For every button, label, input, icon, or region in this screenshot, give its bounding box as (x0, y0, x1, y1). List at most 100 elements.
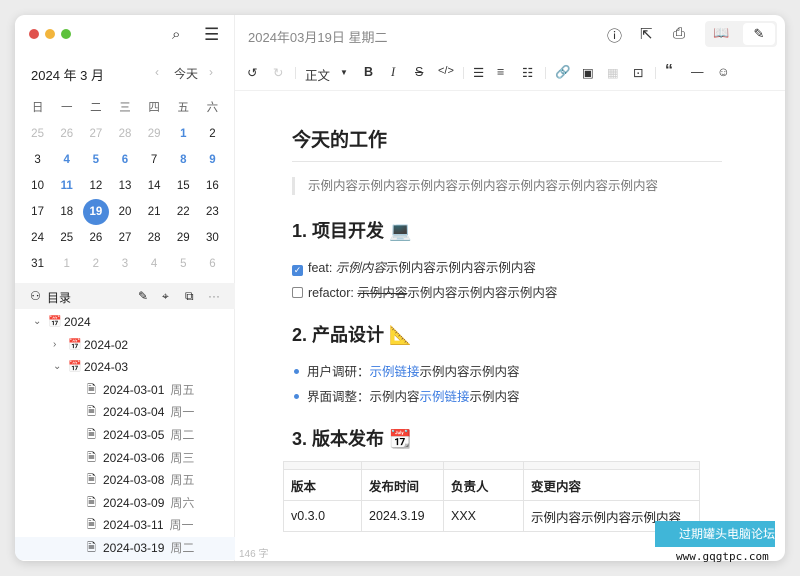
table-cell[interactable]: v0.3.0 (283, 500, 362, 532)
outline-label: 目录 (47, 291, 72, 305)
tree-item[interactable]: 🗎 2024-03-19 周二 (15, 536, 235, 560)
search-icon[interactable]: ⌕ (172, 27, 180, 42)
strikethrough-icon[interactable]: S (415, 65, 423, 79)
calendar-day[interactable]: 2 (198, 125, 227, 151)
link[interactable]: 示例链接 (370, 365, 420, 379)
calendar-day[interactable]: 5 (81, 151, 110, 177)
calendar-day[interactable]: 9 (198, 151, 227, 177)
calendar-day[interactable]: 18 (52, 203, 81, 229)
table-icon[interactable]: ▦ (607, 65, 619, 80)
italic-icon[interactable]: I (391, 65, 395, 80)
link[interactable]: 示例链接 (420, 390, 470, 404)
export-icon[interactable]: ⇱ (640, 25, 653, 43)
checkbox[interactable] (292, 287, 303, 298)
calendar-day[interactable]: 25 (23, 125, 52, 151)
zoom-button[interactable] (61, 29, 71, 39)
tree-item[interactable]: 🗎 2024-03-11 周一 (15, 514, 235, 537)
ordered-list-icon[interactable]: ≡ (497, 65, 504, 79)
calendar-day[interactable]: 26 (52, 125, 81, 151)
calendar-day[interactable]: 3 (23, 151, 52, 177)
calendar-day[interactable]: 4 (52, 151, 81, 177)
print-icon[interactable]: ⎙ (673, 25, 685, 42)
prev-month-button[interactable]: ‹ (155, 65, 159, 79)
more-icon[interactable]: ··· (208, 289, 220, 303)
link-icon[interactable]: 🔗 (555, 65, 571, 80)
calendar-day[interactable]: 6 (110, 151, 139, 177)
dropdown-icon[interactable]: ▼ (340, 68, 348, 77)
divider-icon[interactable]: — (691, 65, 704, 79)
calendar-day[interactable]: 28 (140, 229, 169, 255)
calendar-day[interactable]: 11 (52, 177, 81, 203)
calendar-day[interactable]: 2 (81, 255, 110, 281)
undo-icon[interactable]: ↺ (247, 65, 257, 80)
checkbox-checked[interactable]: ✓ (292, 265, 303, 276)
paragraph-style-select[interactable]: 正文 (305, 65, 330, 84)
calendar-day[interactable]: 30 (198, 229, 227, 255)
new-note-icon[interactable]: ✎ (138, 289, 148, 303)
chevron-down-icon[interactable]: ⌄ (33, 311, 41, 333)
info-icon[interactable]: ⓘ (607, 25, 622, 46)
table-cell[interactable]: XXX (443, 500, 524, 532)
close-button[interactable] (29, 29, 39, 39)
weekday: 周二 (170, 540, 195, 555)
code-block-icon[interactable]: ⊡ (633, 65, 643, 80)
calendar-day[interactable]: 24 (23, 229, 52, 255)
calendar-day[interactable]: 19 (81, 199, 110, 229)
tree-item[interactable]: 🗎 2024-03-01 周五 (15, 379, 235, 402)
bold-icon[interactable]: B (364, 65, 373, 79)
calendar-day[interactable]: 22 (169, 203, 198, 229)
tree-item[interactable]: › 📅 2024-02 (15, 334, 235, 357)
chevron-down-icon[interactable]: ⌄ (53, 356, 61, 378)
task-list-icon[interactable]: ☷ (522, 65, 533, 80)
calendar-day[interactable]: 13 (110, 177, 139, 203)
calendar-day[interactable]: 14 (140, 177, 169, 203)
minimize-button[interactable] (45, 29, 55, 39)
image-icon[interactable]: ▣ (582, 65, 594, 80)
calendar-day[interactable]: 6 (198, 255, 227, 281)
calendar-day[interactable]: 1 (169, 125, 198, 151)
tree-item[interactable]: 🗎 2024-03-05 周二 (15, 424, 235, 447)
tree-item[interactable]: ⌄ 📅 2024 (15, 311, 235, 334)
heading-release: 3. 版本发布 📆 (292, 429, 412, 449)
calendar-day[interactable]: 17 (23, 203, 52, 229)
calendar-day[interactable]: 1 (52, 255, 81, 281)
tree-item[interactable]: 🗎 2024-03-09 周六 (15, 492, 235, 515)
calendar-day[interactable]: 10 (23, 177, 52, 203)
calendar-day[interactable]: 29 (140, 125, 169, 151)
table-cell[interactable]: 2024.3.19 (361, 500, 444, 532)
calendar-day[interactable]: 7 (140, 151, 169, 177)
tree-item[interactable]: 🗎 2024-03-04 周一 (15, 401, 235, 424)
calendar-day[interactable]: 3 (110, 255, 139, 281)
calendar-day[interactable]: 15 (169, 177, 198, 203)
calendar-day[interactable]: 4 (140, 255, 169, 281)
calendar-day[interactable]: 21 (140, 203, 169, 229)
calendar-day[interactable]: 5 (169, 255, 198, 281)
calendar-day[interactable]: 27 (81, 125, 110, 151)
calendar-day[interactable]: 20 (110, 203, 139, 229)
calendar-day[interactable]: 25 (52, 229, 81, 255)
quote-icon[interactable]: “ (665, 62, 673, 80)
calendar-day[interactable]: 31 (23, 255, 52, 281)
collapse-icon[interactable]: ⧉ (185, 289, 194, 304)
calendar-day[interactable]: 8 (169, 151, 198, 177)
chevron-right-icon[interactable]: › (53, 334, 56, 356)
code-icon[interactable]: </> (438, 65, 454, 77)
read-mode-icon[interactable]: 📖 (713, 25, 729, 41)
emoji-icon[interactable]: ☺ (717, 65, 730, 79)
bullet-list-icon[interactable]: ☰ (473, 65, 484, 80)
calendar-day[interactable]: 29 (169, 229, 198, 255)
calendar-day[interactable]: 26 (81, 229, 110, 255)
today-button[interactable]: 今天 (174, 65, 198, 82)
calendar-day[interactable]: 23 (198, 203, 227, 229)
locate-icon[interactable]: ⌖ (162, 289, 169, 304)
tree-item[interactable]: 🗎 2024-03-06 周三 (15, 447, 235, 470)
edit-mode-icon[interactable]: ✎ (743, 23, 775, 45)
calendar-day[interactable]: 28 (110, 125, 139, 151)
next-month-button[interactable]: › (209, 65, 213, 79)
menu-icon[interactable]: ☰ (204, 26, 219, 43)
calendar-day[interactable]: 27 (110, 229, 139, 255)
redo-icon[interactable]: ↻ (273, 65, 283, 80)
tree-item[interactable]: ⌄ 📅 2024-03 (15, 356, 235, 379)
tree-item[interactable]: 🗎 2024-03-08 周五 (15, 469, 235, 492)
calendar-day[interactable]: 16 (198, 177, 227, 203)
